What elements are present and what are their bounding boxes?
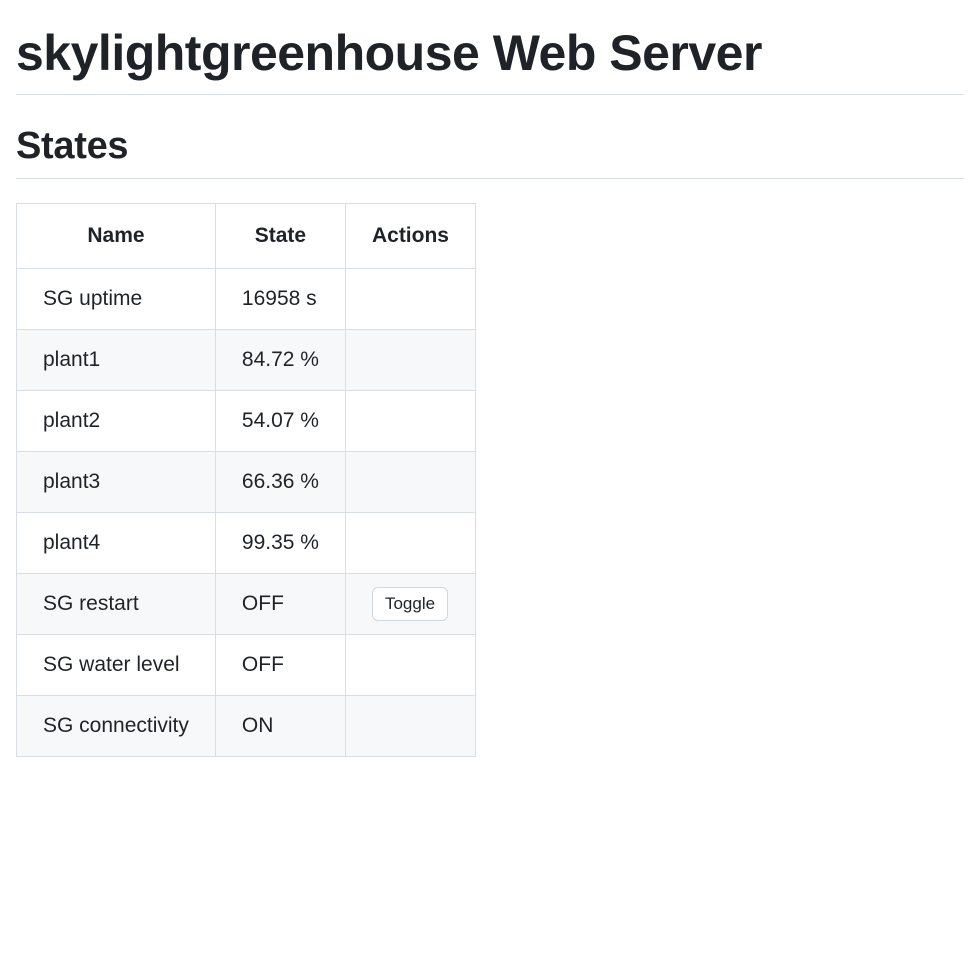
section-title-states: States [16,125,964,179]
cell-actions [345,696,475,757]
cell-state: OFF [215,635,345,696]
table-row: plant254.07 % [17,391,476,452]
cell-state: OFF [215,574,345,635]
cell-state: 66.36 % [215,452,345,513]
col-header-actions: Actions [345,204,475,269]
table-row: plant184.72 % [17,330,476,391]
cell-state: 16958 s [215,269,345,330]
table-row: SG uptime16958 s [17,269,476,330]
cell-name: SG uptime [17,269,216,330]
table-row: SG restartOFF Toggle [17,574,476,635]
page-title: skylightgreenhouse Web Server [16,24,964,95]
cell-name: plant2 [17,391,216,452]
cell-state: 54.07 % [215,391,345,452]
states-table-body: SG uptime16958 splant184.72 %plant254.07… [17,269,476,757]
table-header-row: Name State Actions [17,204,476,269]
cell-actions: Toggle [345,574,475,635]
table-row: SG connectivityON [17,696,476,757]
states-table: Name State Actions SG uptime16958 splant… [16,203,476,757]
cell-state: 84.72 % [215,330,345,391]
cell-name: SG restart [17,574,216,635]
cell-name: plant1 [17,330,216,391]
cell-actions [345,513,475,574]
col-header-name: Name [17,204,216,269]
cell-actions [345,635,475,696]
cell-name: SG connectivity [17,696,216,757]
col-header-state: State [215,204,345,269]
table-row: plant499.35 % [17,513,476,574]
toggle-button[interactable]: Toggle [372,587,448,621]
cell-actions [345,452,475,513]
table-row: SG water levelOFF [17,635,476,696]
cell-name: SG water level [17,635,216,696]
cell-actions [345,269,475,330]
cell-name: plant3 [17,452,216,513]
cell-name: plant4 [17,513,216,574]
cell-actions [345,330,475,391]
cell-actions [345,391,475,452]
table-row: plant366.36 % [17,452,476,513]
cell-state: ON [215,696,345,757]
cell-state: 99.35 % [215,513,345,574]
